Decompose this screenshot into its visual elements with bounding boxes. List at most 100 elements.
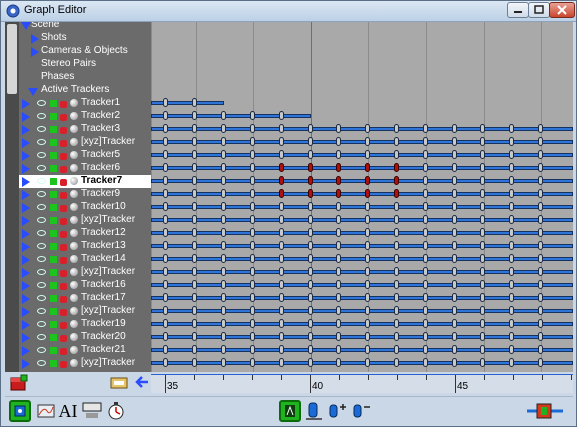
- tracker-row[interactable]: [xyz]Tracker: [19, 305, 151, 318]
- keyframe[interactable]: [394, 228, 399, 237]
- close-button[interactable]: [549, 2, 575, 18]
- enabled-toggle-icon[interactable]: [50, 178, 57, 185]
- keyframe[interactable]: [308, 306, 313, 315]
- keyframe[interactable]: [163, 293, 168, 302]
- enabled-toggle-icon[interactable]: [50, 126, 57, 133]
- expand-right-icon[interactable]: [22, 112, 30, 122]
- eye-icon[interactable]: [37, 100, 46, 106]
- keyframe[interactable]: [336, 202, 341, 211]
- keyframe[interactable]: [250, 163, 255, 172]
- tree-item-cameras-objects[interactable]: Cameras & Objects: [19, 45, 149, 58]
- remove-key-button[interactable]: [351, 400, 373, 422]
- track-bar[interactable]: [151, 101, 224, 105]
- keyframe-selected[interactable]: [336, 189, 341, 198]
- sphere-icon[interactable]: [70, 151, 78, 159]
- keyframe[interactable]: [509, 319, 514, 328]
- keyframe[interactable]: [336, 137, 341, 146]
- keyframe[interactable]: [394, 293, 399, 302]
- lock-icon[interactable]: [60, 244, 67, 251]
- expand-right-icon[interactable]: [22, 320, 30, 330]
- keyframe[interactable]: [163, 280, 168, 289]
- track-bar[interactable]: [151, 114, 311, 118]
- keyframe[interactable]: [538, 124, 543, 133]
- keyframe[interactable]: [538, 202, 543, 211]
- keyframe[interactable]: [480, 189, 485, 198]
- keyframe[interactable]: [480, 358, 485, 367]
- keyframe[interactable]: [538, 345, 543, 354]
- keyframe[interactable]: [509, 306, 514, 315]
- tracker-row[interactable]: Tracker10: [19, 201, 151, 214]
- keyframe[interactable]: [250, 215, 255, 224]
- keyframe[interactable]: [365, 306, 370, 315]
- keyframe[interactable]: [163, 332, 168, 341]
- keyframe[interactable]: [423, 332, 428, 341]
- enabled-toggle-icon[interactable]: [50, 334, 57, 341]
- keyframe[interactable]: [336, 150, 341, 159]
- keyframe[interactable]: [279, 124, 284, 133]
- expand-right-icon[interactable]: [22, 177, 30, 187]
- keyframe[interactable]: [221, 228, 226, 237]
- keyframe[interactable]: [250, 332, 255, 341]
- enabled-toggle-icon[interactable]: [50, 217, 57, 224]
- keyframe[interactable]: [509, 280, 514, 289]
- keyframe[interactable]: [192, 267, 197, 276]
- keyframe[interactable]: [365, 215, 370, 224]
- tracker-row[interactable]: Tracker2: [19, 110, 151, 123]
- sphere-icon[interactable]: [70, 138, 78, 146]
- keyframe[interactable]: [336, 358, 341, 367]
- keyframe[interactable]: [365, 150, 370, 159]
- eye-icon[interactable]: [37, 256, 46, 262]
- lock-icon[interactable]: [60, 127, 67, 134]
- sphere-icon[interactable]: [70, 125, 78, 133]
- keyframe[interactable]: [221, 202, 226, 211]
- keyframe[interactable]: [336, 319, 341, 328]
- tree-item-shots[interactable]: Shots: [19, 32, 149, 45]
- stopwatch-button[interactable]: [105, 400, 127, 422]
- expand-right-icon[interactable]: [22, 333, 30, 343]
- expand-right-icon[interactable]: [22, 190, 30, 200]
- sphere-icon[interactable]: [70, 112, 78, 120]
- keyframe[interactable]: [308, 124, 313, 133]
- keyframe[interactable]: [163, 267, 168, 276]
- enabled-toggle-icon[interactable]: [50, 165, 57, 172]
- eye-icon[interactable]: [37, 217, 46, 223]
- keyframe[interactable]: [480, 267, 485, 276]
- keyframe[interactable]: [250, 176, 255, 185]
- tracker-row[interactable]: Tracker14: [19, 253, 151, 266]
- keyframe[interactable]: [163, 111, 168, 120]
- keyframe[interactable]: [192, 254, 197, 263]
- tracker-row[interactable]: Tracker16: [19, 279, 151, 292]
- expand-right-icon[interactable]: [22, 203, 30, 213]
- expand-down-icon[interactable]: [28, 88, 38, 96]
- keyframe[interactable]: [394, 202, 399, 211]
- keyframe[interactable]: [192, 215, 197, 224]
- sphere-icon[interactable]: [70, 320, 78, 328]
- keyframe[interactable]: [423, 189, 428, 198]
- keyframe[interactable]: [452, 163, 457, 172]
- expand-down-icon[interactable]: [21, 22, 31, 30]
- keyframe[interactable]: [308, 345, 313, 354]
- keyframe[interactable]: [221, 150, 226, 159]
- keyframe[interactable]: [336, 293, 341, 302]
- maximize-button[interactable]: [528, 2, 550, 18]
- keyframe[interactable]: [423, 267, 428, 276]
- keyframe[interactable]: [394, 306, 399, 315]
- keyframe[interactable]: [336, 228, 341, 237]
- keyframe[interactable]: [192, 241, 197, 250]
- expand-right-icon[interactable]: [22, 151, 30, 161]
- graph-area[interactable]: [151, 22, 573, 372]
- timeline-ruler[interactable]: 35 40 45: [151, 374, 573, 393]
- keyframe[interactable]: [308, 150, 313, 159]
- keyframe[interactable]: [221, 111, 226, 120]
- keyframe[interactable]: [250, 293, 255, 302]
- keyframe[interactable]: [221, 163, 226, 172]
- keyframe[interactable]: [480, 124, 485, 133]
- keyframe[interactable]: [423, 319, 428, 328]
- keyframe[interactable]: [423, 124, 428, 133]
- keyframe[interactable]: [538, 176, 543, 185]
- keyframe[interactable]: [509, 241, 514, 250]
- red-box-icon[interactable]: [9, 374, 29, 392]
- sphere-icon[interactable]: [70, 255, 78, 263]
- keyframe[interactable]: [279, 345, 284, 354]
- keyframe[interactable]: [250, 319, 255, 328]
